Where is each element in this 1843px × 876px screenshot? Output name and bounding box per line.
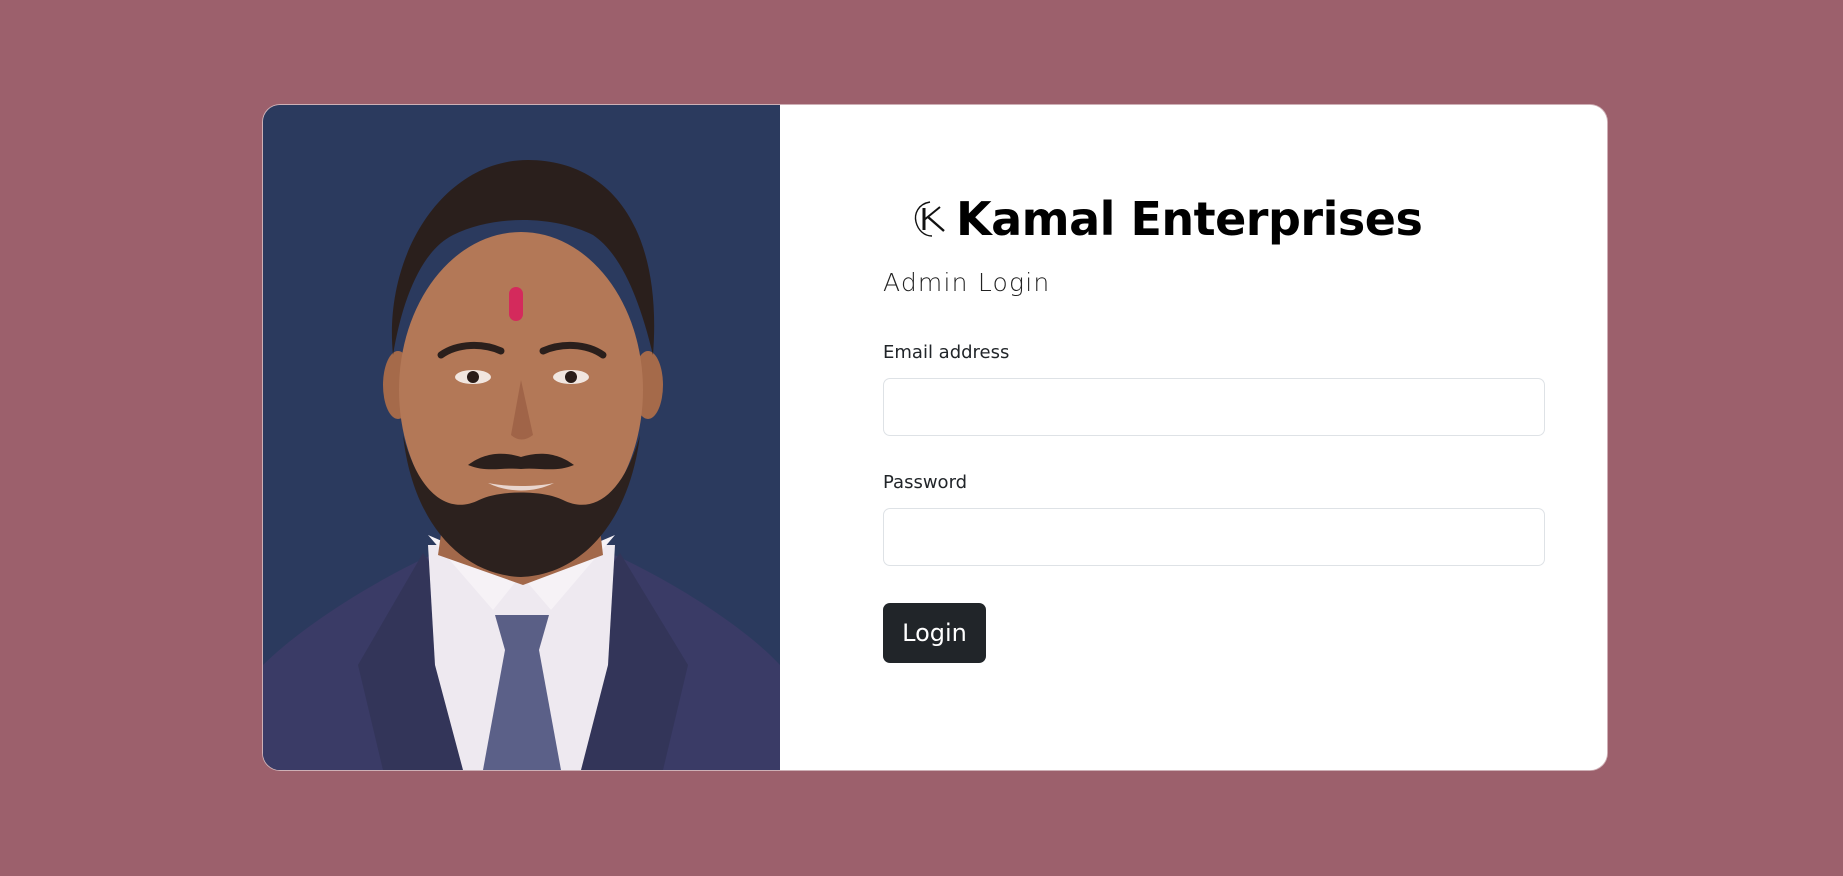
password-field[interactable] — [883, 508, 1545, 566]
email-label: Email address — [883, 342, 1010, 363]
login-card: Kamal Enterprises Admin Login Email addr… — [263, 105, 1607, 770]
brand-header: Kamal Enterprises — [910, 189, 1423, 249]
password-label: Password — [883, 472, 968, 493]
login-form-pane: Kamal Enterprises Admin Login Email addr… — [780, 105, 1607, 770]
email-field[interactable] — [883, 378, 1545, 436]
portrait-image — [263, 105, 780, 770]
k-monogram-icon — [914, 201, 945, 237]
brand-name: Kamal Enterprises — [956, 192, 1423, 246]
login-button[interactable]: Login — [883, 603, 986, 663]
page-title: Admin Login — [883, 268, 1051, 297]
portrait-photo — [263, 105, 780, 770]
